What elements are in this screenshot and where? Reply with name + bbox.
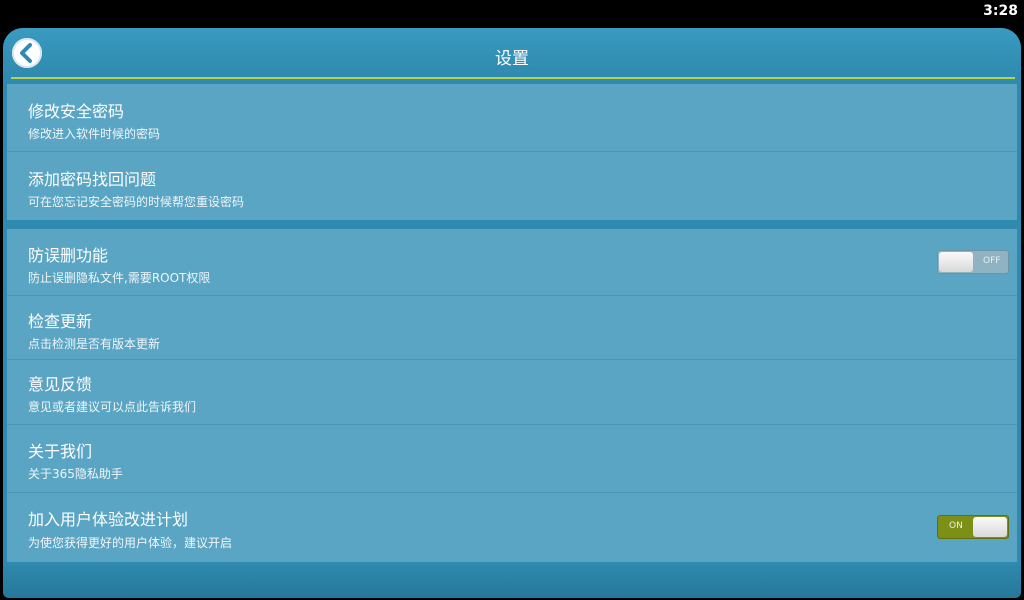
item-subtitle: 意见或者建议可以点此告诉我们 (28, 400, 197, 414)
list-item-experience-plan[interactable]: 加入用户体验改进计划 为使您获得更好的用户体验，建议开启 ON (7, 493, 1017, 562)
item-subtitle: 关于365隐私助手 (28, 467, 123, 481)
header-bar: 设置 (3, 28, 1021, 79)
list-item-check-update[interactable]: 检查更新 点击检测是否有版本更新 (7, 296, 1017, 360)
item-title: 关于我们 (28, 442, 93, 461)
item-subtitle: 修改进入软件时候的密码 (28, 127, 161, 141)
settings-group-general: 防误删功能 防止误删隐私文件,需要ROOT权限 OFF 检查更新 点击检测是否有… (7, 229, 1017, 562)
settings-window: 设置 修改安全密码 修改进入软件时候的密码 添加密码找回问题 可在您忘记安全密码… (3, 28, 1021, 598)
toggle-knob (973, 517, 1007, 537)
list-item-recovery-question[interactable]: 添加密码找回问题 可在您忘记安全密码的时候帮您重设密码 (7, 152, 1017, 219)
toggle-label: ON (949, 521, 963, 531)
item-subtitle: 为使您获得更好的用户体验，建议开启 (28, 536, 233, 550)
item-title: 修改安全密码 (28, 102, 125, 121)
page-title: 设置 (495, 49, 529, 69)
bottom-band (3, 562, 1021, 598)
toggle-label: OFF (983, 256, 1001, 266)
experience-plan-toggle[interactable]: ON (937, 515, 1009, 539)
list-item-change-password[interactable]: 修改安全密码 修改进入软件时候的密码 (7, 84, 1017, 152)
status-clock: 3:28 (983, 3, 1018, 19)
list-item-about-us[interactable]: 关于我们 关于365隐私助手 (7, 425, 1017, 493)
item-title: 意见反馈 (28, 375, 93, 394)
status-bar: 3:28 (0, 0, 1024, 24)
list-item-feedback[interactable]: 意见反馈 意见或者建议可以点此告诉我们 (7, 360, 1017, 425)
item-title: 防误删功能 (28, 246, 109, 265)
item-title: 加入用户体验改进计划 (28, 510, 189, 529)
item-subtitle: 点击检测是否有版本更新 (28, 337, 161, 351)
toggle-knob (939, 252, 973, 272)
anti-delete-toggle[interactable]: OFF (937, 250, 1009, 274)
header-divider (11, 77, 1015, 79)
settings-group-security: 修改安全密码 修改进入软件时候的密码 添加密码找回问题 可在您忘记安全密码的时候… (7, 84, 1017, 220)
item-title: 添加密码找回问题 (28, 170, 157, 189)
item-title: 检查更新 (28, 312, 93, 331)
item-subtitle: 防止误删隐私文件,需要ROOT权限 (28, 271, 211, 285)
list-item-anti-delete[interactable]: 防误删功能 防止误删隐私文件,需要ROOT权限 OFF (7, 229, 1017, 296)
item-subtitle: 可在您忘记安全密码的时候帮您重设密码 (28, 195, 245, 209)
